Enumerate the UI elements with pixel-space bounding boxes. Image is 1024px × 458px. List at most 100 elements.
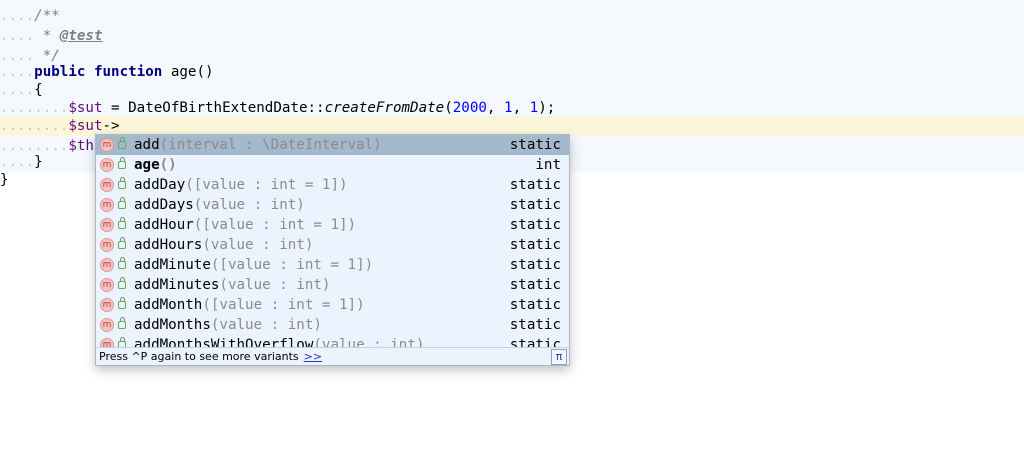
completion-item-name: addDays: [134, 197, 194, 213]
completion-item-type: static: [509, 217, 561, 233]
public-visibility-icon: [118, 157, 126, 169]
completion-item-signature: addDay([value : int = 1]): [134, 175, 348, 195]
public-visibility-icon: [118, 197, 126, 209]
completion-item-signature: addMinute([value : int = 1]): [134, 255, 373, 275]
code-line-7-caret[interactable]: ........$sut->: [0, 116, 120, 136]
completion-item-type: static: [509, 317, 561, 333]
completion-item[interactable]: m addDay([value : int = 1]) static: [96, 175, 569, 195]
completion-item-params: (): [159, 157, 177, 173]
completion-item-signature: addDays(value : int): [134, 195, 305, 215]
method-icon: m: [100, 218, 114, 232]
brace-close-inner: }: [34, 154, 43, 170]
completion-item-params: (value : int): [219, 277, 331, 293]
completion-item[interactable]: m addMonth([value : int = 1]) static: [96, 295, 569, 315]
completion-item-type: static: [509, 297, 561, 313]
code-line-10[interactable]: }: [0, 170, 9, 190]
completion-item-signature: add(interval : \DateInterval): [134, 135, 382, 155]
completion-item-type: static: [509, 257, 561, 273]
variable-sut: $sut: [68, 118, 103, 134]
completion-item-name: addMonth: [134, 297, 203, 313]
code-line-4[interactable]: ....public function age(): [0, 62, 214, 82]
completion-item-name: age: [134, 157, 160, 173]
doc-tag-test: @test: [59, 28, 103, 44]
paren-open: (: [444, 100, 453, 116]
method-icon: m: [100, 298, 114, 312]
completion-item[interactable]: m addMonths(value : int) static: [96, 315, 569, 335]
footer-hint: Press ^P again to see more variants: [99, 350, 299, 363]
completion-item-signature: addHours(value : int): [134, 235, 313, 255]
pi-icon[interactable]: π: [551, 349, 567, 365]
method-icon: m: [100, 238, 114, 252]
completion-item[interactable]: m age() int: [96, 155, 569, 175]
public-visibility-icon: [118, 217, 126, 229]
paren-close: );: [538, 100, 556, 116]
completion-item[interactable]: m addHours(value : int) static: [96, 235, 569, 255]
completion-item-params: (value : int): [202, 237, 314, 253]
arg-day: 1: [529, 100, 539, 116]
public-visibility-icon: [118, 277, 126, 289]
completion-item-name: addMonths: [134, 317, 211, 333]
completion-list[interactable]: m add(interval : \DateInterval) static m age…: [96, 135, 569, 347]
completion-item-params: ([value : int = 1]): [185, 177, 348, 193]
method-icon: m: [100, 338, 114, 347]
arg-month: 1: [504, 100, 513, 116]
completion-item-name: add: [134, 137, 160, 153]
public-visibility-icon: [118, 137, 126, 149]
variable-sut: $sut: [68, 100, 103, 116]
public-visibility-icon: [118, 297, 126, 309]
method-icon: m: [100, 138, 114, 152]
completion-item-params: ([value : int = 1]): [202, 297, 365, 313]
completion-item[interactable]: m addMonthsWithOverflow(value : int) stati…: [96, 335, 569, 347]
completion-popup[interactable]: m add(interval : \DateInterval) static m age…: [95, 134, 570, 366]
function-name: age(): [162, 64, 214, 80]
doc-comment-open: /**: [34, 8, 60, 24]
completion-item-type: static: [509, 177, 561, 193]
completion-item-signature: addMonth([value : int = 1]): [134, 295, 365, 315]
caret-line-highlight: [0, 116, 1024, 136]
method-icon: m: [100, 258, 114, 272]
completion-item-type: static: [509, 197, 561, 213]
completion-item-type: static: [509, 277, 561, 293]
doc-comment-star: *: [34, 28, 60, 44]
arrow-operator: ->: [102, 118, 120, 134]
code-line-1[interactable]: ..../**: [0, 6, 60, 26]
completion-item-type: int: [535, 157, 561, 173]
method-icon: m: [100, 278, 114, 292]
completion-item-type: static: [509, 337, 561, 347]
method-icon: m: [100, 178, 114, 192]
keyword-function: function: [93, 64, 163, 80]
completion-footer: Press ^P again to see more variants >> π: [96, 347, 569, 365]
completion-item-name: addMonthsWithOverflow: [134, 337, 314, 347]
completion-item-signature: addHour([value : int = 1]): [134, 215, 356, 235]
completion-item-signature: addMinutes(value : int): [134, 275, 330, 295]
completion-item[interactable]: m addHour([value : int = 1]) static: [96, 215, 569, 235]
public-visibility-icon: [118, 257, 126, 269]
completion-item[interactable]: m addDays(value : int) static: [96, 195, 569, 215]
public-visibility-icon: [118, 177, 126, 189]
comma: ,: [512, 100, 530, 116]
completion-item[interactable]: m addMinutes(value : int) static: [96, 275, 569, 295]
code-line-9[interactable]: ....}: [0, 152, 43, 172]
completion-item-params: (value : int): [210, 317, 322, 333]
completion-item-params: (value : int): [193, 197, 305, 213]
comma: ,: [486, 100, 505, 116]
static-method-call: createFromDate: [324, 100, 445, 116]
completion-item-name: addMinute: [134, 257, 211, 273]
completion-item[interactable]: m addMinute([value : int = 1]) static: [96, 255, 569, 275]
code-line-5[interactable]: ....{: [0, 80, 43, 100]
completion-item-params: (interval : \DateInterval): [159, 137, 382, 153]
assign-expression: = DateOfBirthExtendDate::: [102, 100, 325, 116]
method-icon: m: [100, 198, 114, 212]
completion-item-name: addDay: [134, 177, 186, 193]
more-variants-link[interactable]: >>: [304, 350, 322, 363]
completion-item-signature: age(): [134, 155, 177, 175]
completion-item-name: addHour: [134, 217, 194, 233]
code-line-2[interactable]: .... * @test: [0, 26, 103, 46]
completion-item-params: ([value : int = 1]): [193, 217, 357, 233]
completion-item[interactable]: m add(interval : \DateInterval) static: [96, 135, 569, 155]
brace-close-outer: }: [0, 172, 9, 188]
code-line-6[interactable]: ........$sut = DateOfBirthExtendDate::cr…: [0, 98, 555, 118]
completion-item-name: addMinutes: [134, 277, 220, 293]
completion-item-signature: addMonthsWithOverflow(value : int): [134, 335, 424, 347]
method-icon: m: [100, 318, 114, 332]
